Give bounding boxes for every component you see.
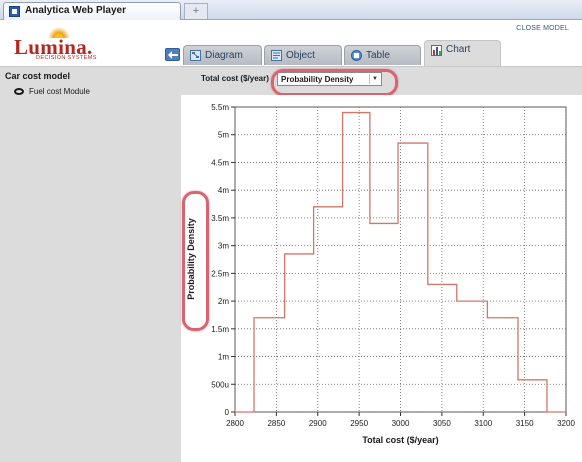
y-tick-label: 3m (218, 242, 229, 251)
y-tick-label: 5.5m (211, 103, 229, 112)
app-favicon-icon (9, 6, 20, 17)
module-node-icon (14, 88, 24, 95)
browser-tab-bar: Analytica Web Player + (0, 0, 582, 20)
chart-area: 2800 2850 2900 2950 3000 3050 3100 3150 3200 0 500… (181, 95, 582, 462)
tab-chart-label: Chart (446, 44, 471, 55)
module-node-label: Fuel cost Module (29, 87, 90, 96)
x-tick-label: 3200 (557, 419, 575, 428)
tab-table[interactable]: Table (344, 45, 421, 65)
tab-object[interactable]: Object (264, 45, 342, 65)
diagram-icon (190, 50, 201, 61)
x-tick-label: 2800 (226, 419, 244, 428)
browser-tab-title: Analytica Web Player (25, 5, 126, 16)
y-tick-label: 4.5m (211, 158, 229, 167)
x-tick-label: 3150 (516, 419, 534, 428)
y-tick-label: 1m (218, 353, 229, 362)
y-tick-label: 2m (218, 297, 229, 306)
variable-label: Total cost ($/year) (201, 74, 269, 83)
x-axis-label: Total cost ($/year) (362, 435, 438, 445)
chart-icon (431, 45, 442, 56)
tab-diagram-label: Diagram (205, 50, 243, 61)
model-title[interactable]: Car cost model (5, 71, 70, 81)
x-tick-label: 3050 (433, 419, 451, 428)
y-tick-label: 3.5m (211, 214, 229, 223)
density-chart: 2800 2850 2900 2950 3000 3050 3100 3150 3200 0 500… (186, 103, 575, 445)
logo-subtitle: DECISION SYSTEMS (36, 55, 97, 61)
close-model-link[interactable]: CLOSE MODEL (516, 25, 569, 32)
tab-table-label: Table (366, 50, 390, 61)
y-tick-label: 5m (218, 131, 229, 140)
model-browser-panel: Car cost model Fuel cost Module (0, 66, 181, 462)
tab-chart[interactable]: Chart (424, 40, 501, 66)
app-window: Analytica Web Player + Lumina. DECISION … (0, 0, 582, 462)
y-tick-label: 1.5m (211, 325, 229, 334)
tab-object-label: Object (286, 50, 315, 61)
x-tick-label: 3100 (474, 419, 492, 428)
result-view-panel: Total cost ($/year) Probability Density … (181, 66, 582, 462)
y-tick-label: 2.5m (211, 269, 229, 278)
x-tick-label: 2850 (267, 419, 285, 428)
x-tick-label: 3000 (392, 419, 410, 428)
new-tab-button[interactable]: + (184, 3, 208, 19)
x-tick-label: 2900 (309, 419, 327, 428)
dropdown-highlight-callout (271, 69, 398, 96)
ylabel-highlight-callout (182, 191, 209, 331)
x-tick-label: 2950 (350, 419, 368, 428)
browser-tab[interactable]: Analytica Web Player (3, 2, 181, 20)
y-tick-label: 4m (218, 186, 229, 195)
back-button[interactable] (165, 48, 180, 61)
lumina-logo: Lumina. DECISION SYSTEMS (14, 26, 104, 62)
y-tick-label: 0 (225, 408, 230, 417)
table-icon (351, 50, 362, 61)
y-tick-label: 500u (211, 380, 229, 389)
tab-diagram[interactable]: Diagram (183, 45, 262, 65)
back-arrow-icon (168, 51, 178, 59)
object-icon (271, 50, 282, 61)
